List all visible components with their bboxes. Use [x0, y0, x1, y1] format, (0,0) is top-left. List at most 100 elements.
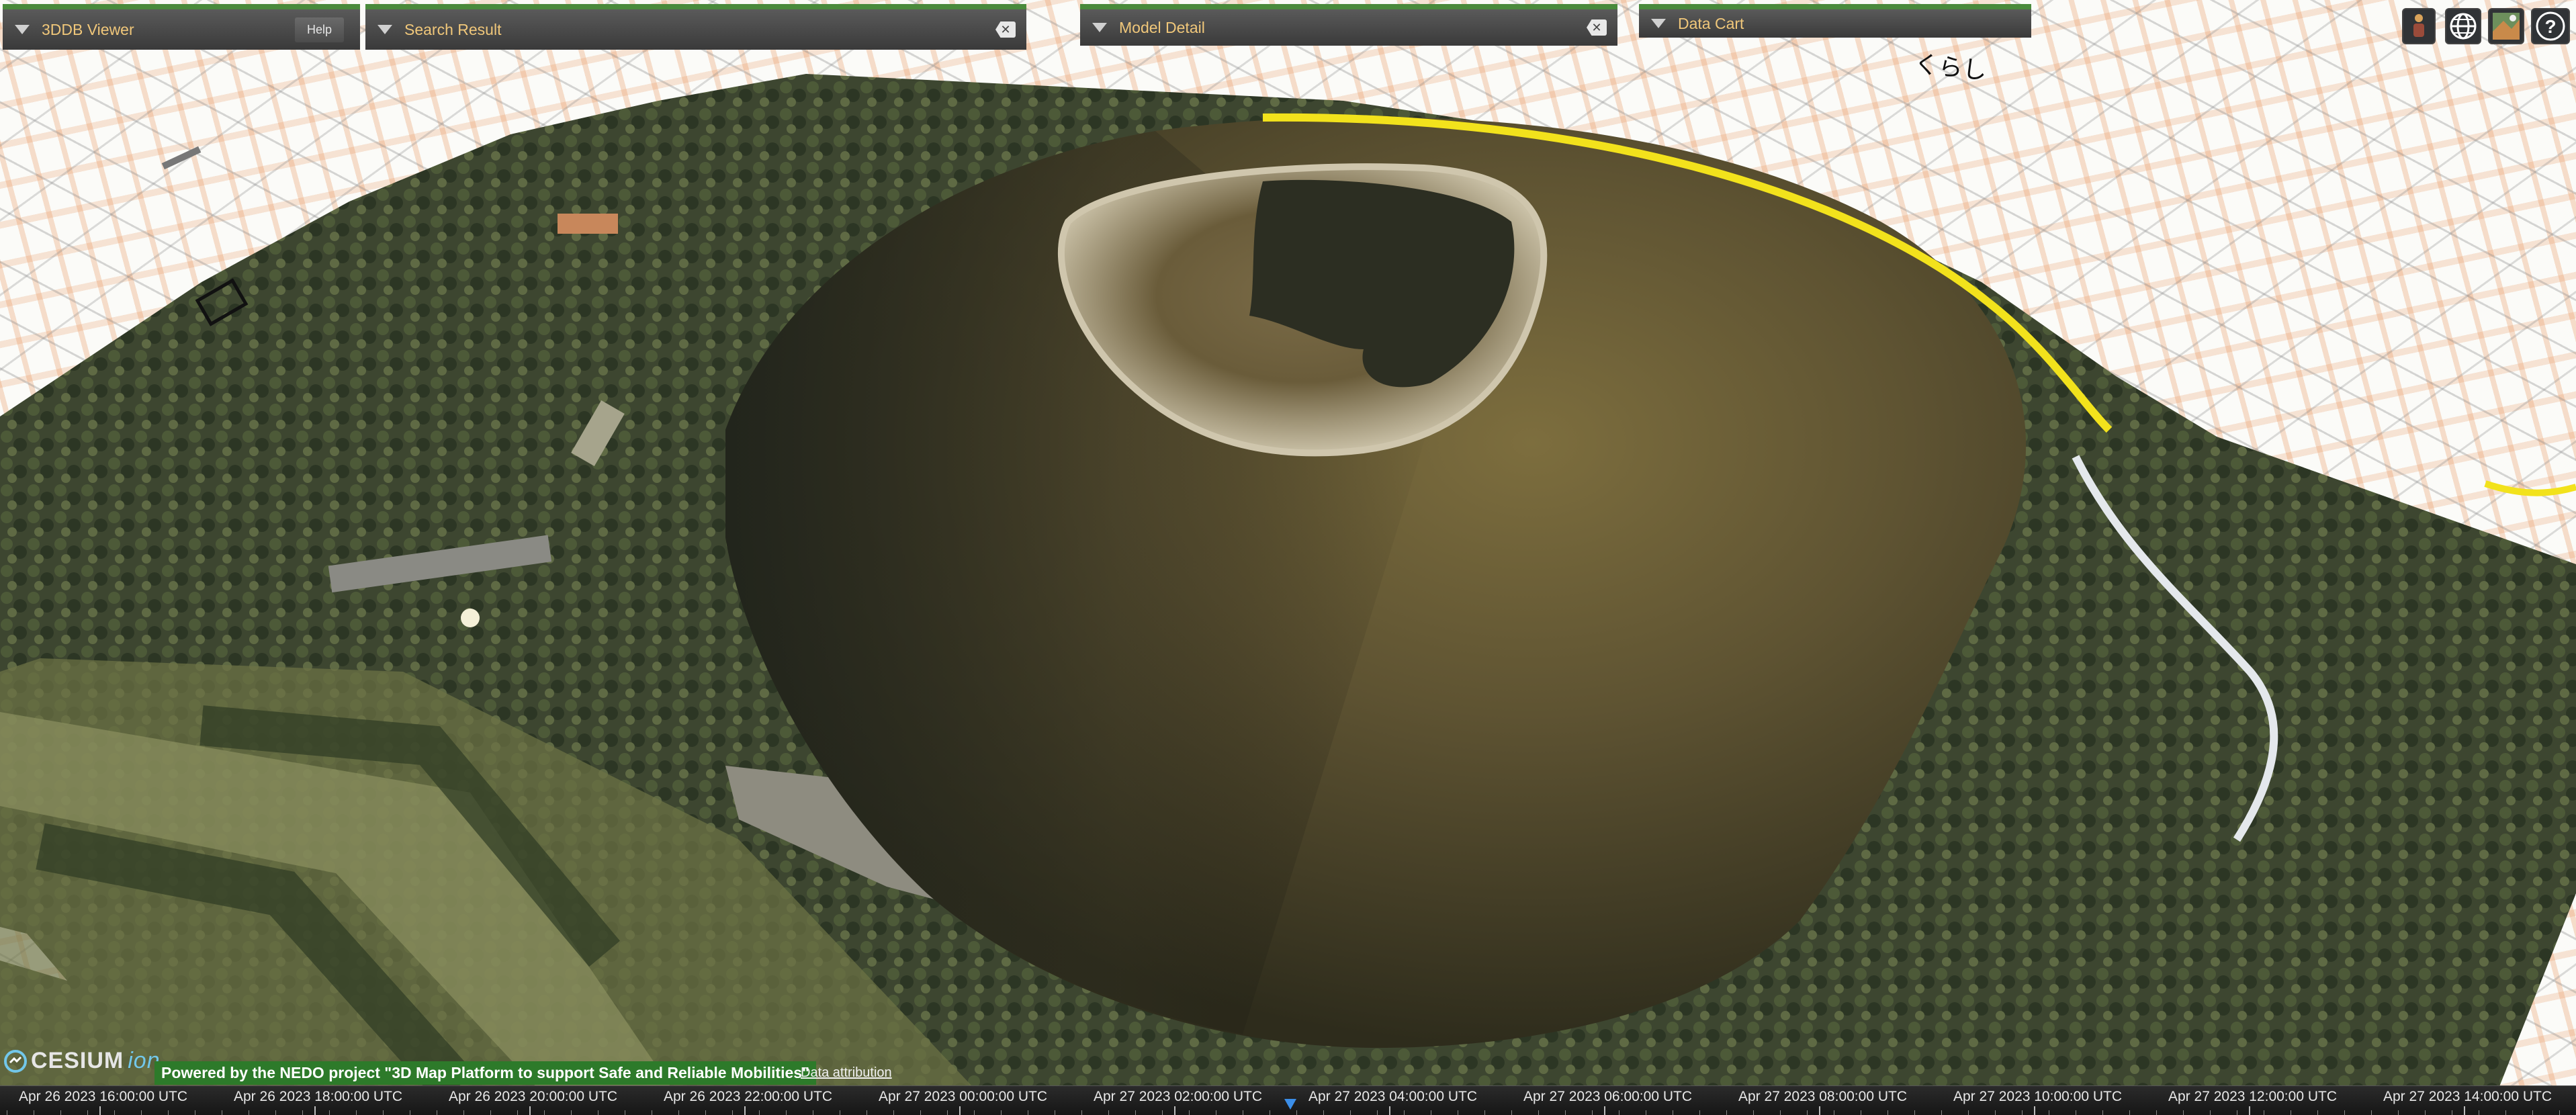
timeline-major-tick: [314, 1106, 316, 1115]
timeline-minor-tick: [920, 1110, 921, 1115]
person-button[interactable]: [2402, 8, 2436, 44]
timeline-minor-tick: [1780, 1110, 1781, 1115]
timeline-minor-tick: [974, 1110, 975, 1115]
base-layer-button[interactable]: [2488, 8, 2524, 44]
collapse-arrow-icon[interactable]: [377, 25, 392, 34]
timeline-minor-tick: [732, 1110, 733, 1115]
timeline-major-tick: [744, 1106, 746, 1115]
person-icon: [2413, 14, 2424, 37]
timeline-minor-tick: [141, 1110, 142, 1115]
timeline-minor-tick: [759, 1110, 760, 1115]
model-detail-title: Model Detail: [1119, 18, 1205, 36]
timeline-minor-tick: [1968, 1110, 1969, 1115]
timeline-minor-tick: [2210, 1110, 2211, 1115]
timeline-minor-tick: [168, 1110, 169, 1115]
timeline-minor-tick: [517, 1110, 518, 1115]
cesium-ion-logo[interactable]: CESIUM ion: [4, 1048, 161, 1074]
timeline-minor-tick: [893, 1110, 894, 1115]
timeline-major-tick: [1174, 1106, 1175, 1115]
help-button[interactable]: Help: [294, 17, 344, 42]
timeline-minor-tick: [2532, 1110, 2533, 1115]
timeline-minor-tick: [2317, 1110, 2318, 1115]
timeline-minor-tick: [1807, 1110, 1808, 1115]
timeline-tick-label: Apr 26 2023 22:00:00 UTC: [664, 1089, 832, 1104]
timeline-tick-label: Apr 26 2023 18:00:00 UTC: [234, 1089, 402, 1104]
model-detail-panel[interactable]: Model Detail ✕: [1080, 4, 1617, 46]
timeline-major-tick: [529, 1106, 531, 1115]
timeline-major-tick: [2249, 1106, 2250, 1115]
timeline-minor-tick: [1592, 1110, 1593, 1115]
timeline-minor-tick: [1538, 1110, 1539, 1115]
timeline-minor-tick: [1189, 1110, 1190, 1115]
cesium-viewer[interactable]: くらし 3DDB Viewer Help Search Result ✕ Mod…: [0, 0, 2576, 1115]
cesium-logo-icon: [4, 1049, 27, 1073]
timeline-minor-tick: [1995, 1110, 1996, 1115]
timeline-minor-tick: [1001, 1110, 1002, 1115]
collapse-arrow-icon[interactable]: [15, 25, 30, 34]
timeline-minor-tick: [1323, 1110, 1324, 1115]
timeline-minor-tick: [1887, 1110, 1888, 1115]
close-icon[interactable]: ✕: [995, 21, 1016, 38]
timeline-tick-label: Apr 27 2023 06:00:00 UTC: [1523, 1089, 1692, 1104]
timeline-minor-tick: [1404, 1110, 1405, 1115]
layers-map-icon: [2493, 13, 2520, 40]
timeline-minor-tick: [490, 1110, 491, 1115]
timeline-minor-tick: [114, 1110, 115, 1115]
svg-text:?: ?: [2544, 16, 2556, 37]
terrain-3d-scene[interactable]: くらし: [0, 0, 2576, 1115]
timeline-major-tick: [2034, 1106, 2035, 1115]
viewer-panel[interactable]: 3DDB Viewer Help: [3, 4, 360, 50]
timeline-minor-tick: [1699, 1110, 1700, 1115]
timeline-minor-tick: [1511, 1110, 1512, 1115]
timeline-tick-label: Apr 27 2023 04:00:00 UTC: [1308, 1089, 1477, 1104]
timeline-tick-label: Apr 26 2023 16:00:00 UTC: [19, 1089, 187, 1104]
timeline-minor-tick: [2505, 1110, 2506, 1115]
timeline-major-tick: [1604, 1106, 1605, 1115]
timeline-minor-tick: [356, 1110, 357, 1115]
help-icon: ?: [2536, 11, 2565, 41]
timeline-minor-tick: [705, 1110, 706, 1115]
timeline-tick-label: Apr 27 2023 10:00:00 UTC: [1953, 1089, 2122, 1104]
data-attribution-link[interactable]: Data attribution: [801, 1065, 892, 1081]
timeline-major-tick: [959, 1106, 961, 1115]
timeline-minor-tick: [2559, 1110, 2560, 1115]
timeline-needle[interactable]: [1284, 1099, 1296, 1110]
timeline-tick-label: Apr 26 2023 20:00:00 UTC: [449, 1089, 617, 1104]
map-label: くらし: [1913, 50, 1988, 85]
timeline-minor-tick: [2022, 1110, 2023, 1115]
collapse-arrow-icon[interactable]: [1092, 23, 1107, 32]
timeline-tick-label: Apr 27 2023 14:00:00 UTC: [2383, 1089, 2552, 1104]
collapse-arrow-icon[interactable]: [1651, 19, 1666, 28]
timeline-minor-tick: [275, 1110, 276, 1115]
timeline-minor-tick: [463, 1110, 464, 1115]
nedo-credit[interactable]: Powered by the NEDO project "3D Map Plat…: [154, 1061, 816, 1085]
timeline-minor-tick: [2156, 1110, 2157, 1115]
timeline-minor-tick: [1941, 1110, 1942, 1115]
timeline-major-tick: [1389, 1106, 1390, 1115]
close-icon[interactable]: ✕: [1587, 19, 1607, 36]
timeline-tick-label: Apr 27 2023 02:00:00 UTC: [1094, 1089, 1262, 1104]
timeline-minor-tick: [1108, 1110, 1109, 1115]
timeline-minor-tick: [1081, 1110, 1082, 1115]
timeline-minor-tick: [60, 1110, 61, 1115]
cesium-logo-text: CESIUM: [31, 1048, 124, 1073]
data-cart-panel[interactable]: Data Cart: [1639, 4, 2031, 38]
timeline-minor-tick: [544, 1110, 545, 1115]
timeline-minor-tick: [571, 1110, 572, 1115]
timeline-tick-label: Apr 27 2023 00:00:00 UTC: [879, 1089, 1047, 1104]
timeline-major-tick: [2464, 1106, 2465, 1115]
timeline-minor-tick: [947, 1110, 948, 1115]
timeline-minor-tick: [678, 1110, 679, 1115]
timeline-minor-tick: [1162, 1110, 1163, 1115]
timeline-minor-tick: [87, 1110, 88, 1115]
timeline-minor-tick: [1135, 1110, 1136, 1115]
timeline-minor-tick: [2425, 1110, 2426, 1115]
globe-button[interactable]: [2445, 8, 2481, 44]
timeline-minor-tick: [1377, 1110, 1378, 1115]
timeline-minor-tick: [2102, 1110, 2103, 1115]
timeline-minor-tick: [383, 1110, 384, 1115]
search-result-panel[interactable]: Search Result ✕: [365, 4, 1026, 50]
help-nav-button[interactable]: ?: [2531, 8, 2570, 44]
timeline-major-tick: [99, 1106, 101, 1115]
timeline-minor-tick: [1296, 1110, 1297, 1115]
